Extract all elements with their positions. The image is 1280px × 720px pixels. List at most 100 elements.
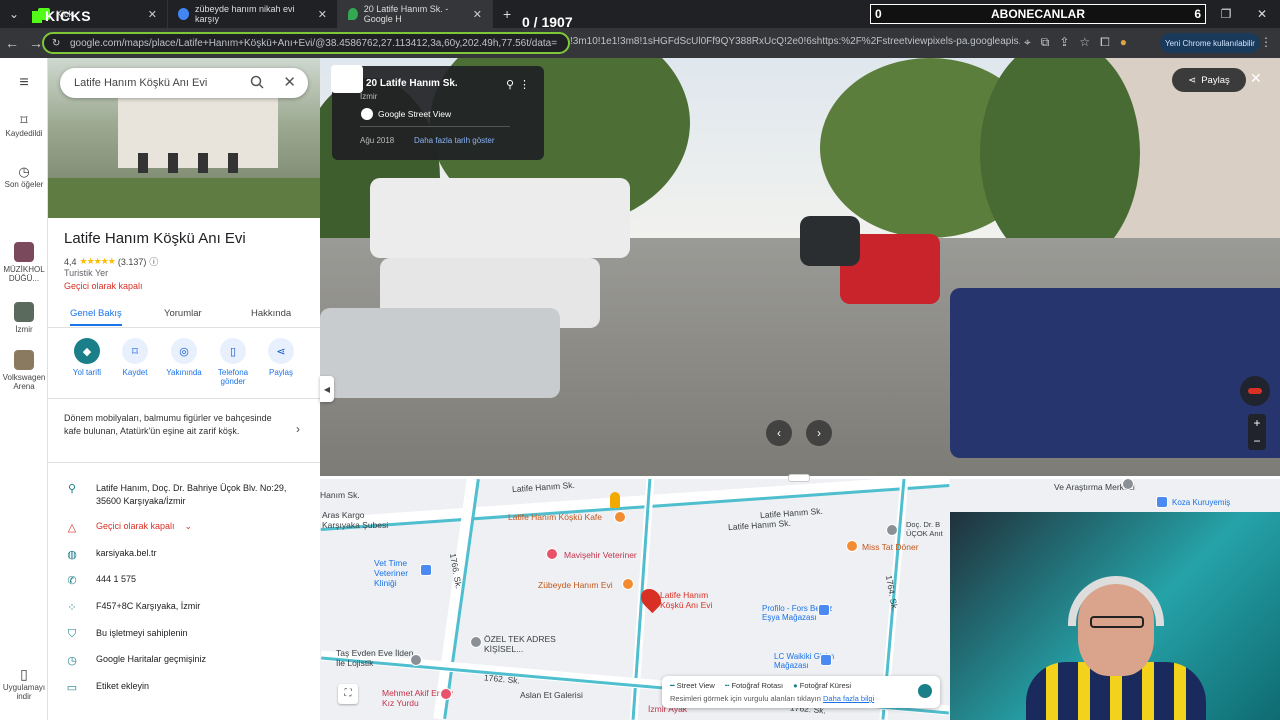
address-row[interactable]: ⚲ Latife Hanım, Doç. Dr. Bahriye Üçok Bl… [64,482,314,508]
share-button[interactable]: ⋖ Paylaş [256,338,306,377]
next-arrow-icon[interactable]: › [806,420,832,446]
poi-latife-hanim[interactable]: Latife Hanım Köşkü Anı Evi [660,590,730,610]
info-icon[interactable]: ⓘ [149,255,158,268]
restore-icon[interactable]: ❐ [1208,0,1244,28]
place-title: Latife Hanım Köşkü Anı Evi [64,230,246,247]
location-pin-icon[interactable]: ⚲ [506,78,514,91]
resize-handle-icon[interactable] [788,474,810,482]
poi-miss-tat[interactable]: Miss Tat Döner [862,542,919,552]
phone-row[interactable]: ✆ 444 1 575 [64,574,314,587]
website-row[interactable]: ◍ karsiyaka.bel.tr [64,548,314,561]
museum-pin-icon[interactable] [622,578,634,590]
expand-map-icon[interactable]: ⛶ [338,684,358,704]
rail-item-volkswagen[interactable]: Volkswagen Arena [0,350,48,391]
rail-item-muzikhol[interactable]: MÜZİKHOL DÜĞÜ... [0,242,48,283]
rating-row[interactable]: 4,4 ★★★★★ (3.137) ⓘ [64,255,158,268]
close-tab-icon[interactable]: ✕ [465,8,482,21]
plus-code-row[interactable]: ⁘ F457+8C Karşıyaka, İzmir [64,601,314,614]
close-search-icon[interactable]: ✕ [283,73,296,91]
rail-item-recent[interactable]: ◷ Son öğeler [0,164,48,189]
closed-row[interactable]: △ Geçici olarak kapalı ⌄ [64,521,314,534]
share-page-icon[interactable]: ⇪ [1059,35,1069,50]
poi-profilo[interactable]: Profilo - Fors Beyaz Eşya Mağazası [762,604,852,622]
poi-zubeyde[interactable]: Zübeyde Hanım Evi [538,580,613,590]
search-icon[interactable] [250,75,264,89]
close-tab-icon[interactable]: ✕ [310,8,327,21]
vet-pin-icon[interactable] [546,548,558,560]
tab-reviews[interactable]: Yorumlar [164,308,202,319]
street-view-pane[interactable]: 20 Latife Hanım Sk. İzmir Google Street … [320,58,1280,478]
action-label: Kaydet [122,368,148,377]
claim-row[interactable]: ⛉ Bu işletmeyi sahiplenin [64,628,314,641]
store-pin-icon[interactable] [818,604,830,616]
tab-search-icon[interactable]: ⌄ [0,0,28,28]
poi-lcw[interactable]: LC Waikiki Giyim Mağazası [774,652,844,670]
monument-pin-icon[interactable] [886,524,898,536]
yurt-pin-icon[interactable] [440,688,452,700]
rail-item-get-app[interactable]: ▯ Uygulamayı indir [0,666,48,701]
poi-vet-time[interactable]: Vet Time Veteriner Kliniği [374,558,424,588]
place-type[interactable]: Turistik Yer [64,268,108,278]
poi-aras-kargo[interactable]: Aras Kargo Karşıyaka Şubesi [322,510,402,530]
legend-toggle[interactable] [918,684,932,698]
pegman-icon[interactable] [610,492,620,508]
label-row[interactable]: ▭ Etiket ekleyin [64,681,314,694]
poi-ozel-tek[interactable]: ÖZEL TEK ADRES KİŞİSEL... [484,634,574,654]
profile-avatar-icon[interactable]: ● [1120,35,1127,50]
sv-close-icon[interactable]: ✕ [1250,70,1262,87]
directions-button[interactable]: ◆ Yol tarifi [62,338,112,377]
search-box[interactable]: Latife Hanım Köşkü Anı Evi ✕ [60,68,308,98]
search-input[interactable]: Latife Hanım Köşkü Anı Evi [74,77,207,89]
chrome-menu-icon[interactable]: ⋮ [1260,35,1272,49]
poi-aslan-et[interactable]: Aslan Et Galerisi [520,690,583,700]
save-button[interactable]: ⌑ Kaydet [110,338,160,377]
legend-more-info-link[interactable]: Daha fazla bilgi [823,694,874,703]
cafe-pin-icon[interactable] [614,511,626,523]
poi-pin-icon[interactable] [1122,478,1134,490]
nearby-button[interactable]: ◎ Yakınında [159,338,209,377]
close-tab-icon[interactable]: ✕ [140,8,157,21]
extensions-icon[interactable]: ⧠ [1100,35,1110,50]
send-to-phone-button[interactable]: ▯ Telefona gönder [208,338,258,386]
new-tab-button[interactable]: + [493,6,511,22]
store-pin-icon[interactable] [820,654,832,666]
keyboard-toggle-icon[interactable] [331,65,363,93]
review-count[interactable]: (3.137) [118,257,147,267]
sv-share-button[interactable]: ⋖ Paylaş [1172,68,1246,92]
cast-icon[interactable]: ⧉ [1041,35,1050,50]
zoom-out-icon[interactable]: − [1248,432,1266,450]
poi-kafe[interactable]: Latife Hanım Köşkü Kafe [508,512,602,522]
tas-pin-icon[interactable] [410,654,422,666]
rail-menu-icon[interactable]: ≡ [0,74,48,92]
zoom-in-icon[interactable]: + [1248,414,1266,432]
poi-doc-dr[interactable]: Doç. Dr. B ÜÇOK Anıt [906,520,950,538]
restaurant-pin-icon[interactable] [846,540,858,552]
compass-icon[interactable] [1240,376,1270,406]
prev-arrow-icon[interactable]: ‹ [766,420,792,446]
poi-mavisehir[interactable]: Mavişehir Veteriner [564,550,637,560]
poi-koza[interactable]: Koza Kuruyemiş [1172,498,1230,507]
chevron-right-icon[interactable]: › [296,422,300,436]
tab-overview[interactable]: Genel Bakış [70,308,122,326]
bookmark-star-icon[interactable]: ☆ [1079,35,1090,50]
close-window-icon[interactable]: ✕ [1244,0,1280,28]
tab-about[interactable]: Hakkında [251,308,291,319]
url-field[interactable]: ↻ google.com/maps/place/Latife+Hanım+Köş… [42,32,570,54]
more-options-icon[interactable]: ⋮ [519,78,530,91]
history-row[interactable]: ◷ Google Haritalar geçmişiniz [64,654,314,667]
reload-icon[interactable]: ↻ [52,38,60,49]
place-description[interactable]: Dönem mobilyaları, balmumu figürler ve b… [64,412,274,438]
ozel-pin-icon[interactable] [470,636,482,648]
tab-zubeyde[interactable]: zübeyde hanım nikah evi karşıy ✕ [168,0,338,28]
rail-item-izmir[interactable]: İzmir [0,302,48,334]
back-icon[interactable]: ← [0,35,24,51]
collapse-panel-icon[interactable]: ◀ [320,376,334,402]
store-pin-icon[interactable] [1156,496,1168,508]
sv-more-dates-link[interactable]: Daha fazla tarih göster [414,136,495,145]
tab-maps[interactable]: 20 Latife Hanım Sk. - Google H ✕ [338,0,493,28]
poi-tas-evden-eve[interactable]: Taş Evden Eve İlden İle Lojistik [336,648,416,668]
rail-item-saved[interactable]: ⌑ Kaydedildi [0,112,48,138]
chevron-down-icon[interactable]: ⌄ [185,521,193,532]
chrome-update-button[interactable]: Yeni Chrome kullanılabilir [1160,33,1260,53]
location-icon[interactable]: ⌖ [1024,35,1031,50]
